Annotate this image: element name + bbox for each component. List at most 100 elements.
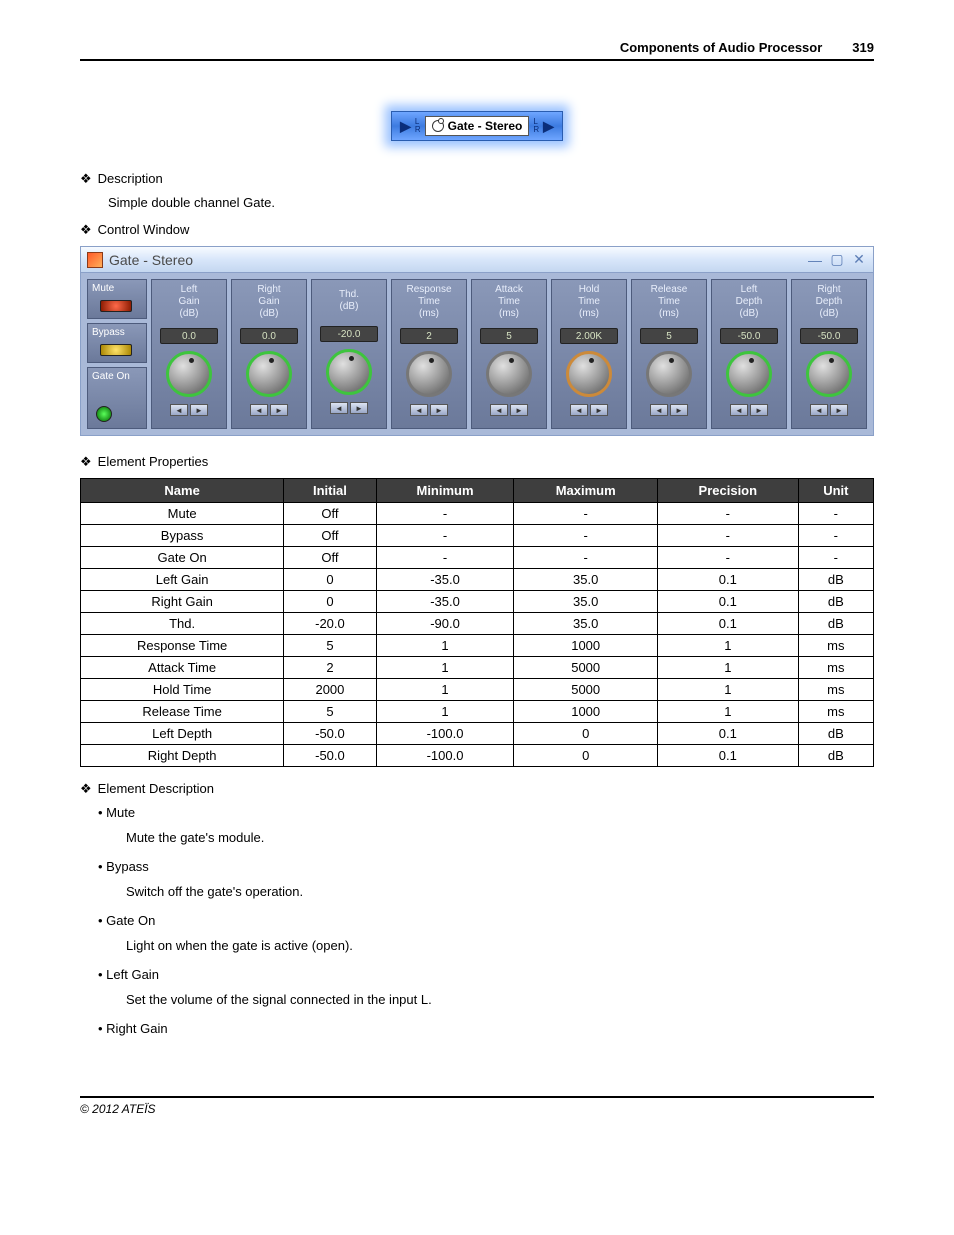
- table-row: Release Time5110001ms: [81, 701, 874, 723]
- table-cell: -50.0: [284, 745, 376, 767]
- knob-label: LeftGain(dB): [152, 280, 226, 326]
- table-header-row: NameInitialMinimumMaximumPrecisionUnit: [81, 479, 874, 503]
- knob-row: LeftGain(dB)0.0◄►RightGain(dB)0.0◄►Thd.(…: [151, 279, 867, 429]
- list-item: Right Gain: [100, 1021, 874, 1036]
- element-desc-name: Mute: [100, 805, 874, 820]
- table-cell: 35.0: [514, 569, 658, 591]
- table-cell: 1: [657, 635, 798, 657]
- step-up-button[interactable]: ►: [830, 404, 848, 416]
- page-header: Components of Audio Processor 319: [80, 40, 874, 61]
- step-up-button[interactable]: ►: [430, 404, 448, 416]
- heading-control-window: Control Window: [80, 222, 874, 238]
- port-arrow-left-icon: ▶: [400, 118, 411, 135]
- step-down-button[interactable]: ◄: [730, 404, 748, 416]
- side-button-mute[interactable]: Mute: [87, 279, 147, 319]
- knob-value[interactable]: -20.0: [320, 326, 378, 342]
- element-desc-name: Right Gain: [100, 1021, 874, 1036]
- table-cell: ms: [798, 635, 873, 657]
- table-header-cell: Maximum: [514, 479, 658, 503]
- knob-dial[interactable]: [246, 351, 292, 397]
- element-desc-name: Bypass: [100, 859, 874, 874]
- side-buttons: MuteBypassGate On: [87, 279, 147, 429]
- knob-dial[interactable]: [166, 351, 212, 397]
- table-cell: Hold Time: [81, 679, 284, 701]
- knob-label: HoldTime(ms): [552, 280, 626, 326]
- module-badge: ▶ L R Gate - Stereo L R ▶: [80, 111, 874, 141]
- step-up-button[interactable]: ►: [350, 402, 368, 414]
- knob-panel: Thd.(dB)-20.0◄►: [311, 279, 387, 429]
- knob-value[interactable]: 2.00K: [560, 328, 618, 344]
- knob-value[interactable]: -50.0: [800, 328, 858, 344]
- module-label: Gate - Stereo: [448, 119, 523, 133]
- table-row: Attack Time2150001ms: [81, 657, 874, 679]
- table-cell: -: [798, 547, 873, 569]
- table-cell: 0: [284, 569, 376, 591]
- table-row: Thd.-20.0-90.035.00.1dB: [81, 613, 874, 635]
- control-window-titlebar[interactable]: Gate - Stereo — ▢ ✕: [81, 247, 873, 273]
- table-cell: Gate On: [81, 547, 284, 569]
- maximize-icon[interactable]: ▢: [829, 251, 845, 268]
- step-up-button[interactable]: ►: [190, 404, 208, 416]
- side-button-bypass[interactable]: Bypass: [87, 323, 147, 363]
- table-cell: Left Gain: [81, 569, 284, 591]
- table-cell: -35.0: [376, 591, 514, 613]
- table-cell: dB: [798, 569, 873, 591]
- side-button-gate-on[interactable]: Gate On: [87, 367, 147, 429]
- step-up-button[interactable]: ►: [510, 404, 528, 416]
- step-up-button[interactable]: ►: [750, 404, 768, 416]
- step-down-button[interactable]: ◄: [570, 404, 588, 416]
- close-icon[interactable]: ✕: [851, 251, 867, 268]
- element-desc-name: Gate On: [100, 913, 874, 928]
- step-up-button[interactable]: ►: [590, 404, 608, 416]
- table-header-cell: Name: [81, 479, 284, 503]
- element-desc-body: Switch off the gate's operation.: [126, 884, 874, 899]
- table-cell: -: [514, 525, 658, 547]
- table-cell: 2000: [284, 679, 376, 701]
- knob-dial[interactable]: [646, 351, 692, 397]
- table-cell: Off: [284, 547, 376, 569]
- table-cell: 35.0: [514, 613, 658, 635]
- knob-value[interactable]: -50.0: [720, 328, 778, 344]
- indicator-lamp-icon: [100, 300, 132, 312]
- knob-label: ResponseTime(ms): [392, 280, 466, 326]
- table-cell: 1: [657, 657, 798, 679]
- table-cell: -: [376, 525, 514, 547]
- table-row: Right Depth-50.0-100.000.1dB: [81, 745, 874, 767]
- knob-panel: HoldTime(ms) 2.00K ◄►: [551, 279, 627, 429]
- step-up-button[interactable]: ►: [670, 404, 688, 416]
- step-down-button[interactable]: ◄: [170, 404, 188, 416]
- table-cell: -: [798, 503, 873, 525]
- knob-dial[interactable]: [806, 351, 852, 397]
- knob-value[interactable]: 0.0: [240, 328, 298, 344]
- knob-value[interactable]: 0.0: [160, 328, 218, 344]
- badge-center: Gate - Stereo: [425, 116, 530, 136]
- step-down-button[interactable]: ◄: [410, 404, 428, 416]
- table-cell: -90.0: [376, 613, 514, 635]
- list-item: MuteMute the gate's module.: [100, 805, 874, 845]
- knob-dial[interactable]: [566, 351, 612, 397]
- step-up-button[interactable]: ►: [270, 404, 288, 416]
- knob-value[interactable]: 2: [400, 328, 458, 344]
- table-cell: 0.1: [657, 745, 798, 767]
- table-cell: Left Depth: [81, 723, 284, 745]
- knob-dial[interactable]: [486, 351, 532, 397]
- heading-element-properties: Element Properties: [80, 454, 874, 470]
- indicator-lamp-icon: [100, 344, 132, 356]
- knob-dial[interactable]: [726, 351, 772, 397]
- knob-dial[interactable]: [326, 349, 372, 395]
- knob-dial[interactable]: [406, 351, 452, 397]
- table-cell: -20.0: [284, 613, 376, 635]
- knob-label: AttackTime(ms): [472, 280, 546, 326]
- step-down-button[interactable]: ◄: [810, 404, 828, 416]
- step-down-button[interactable]: ◄: [250, 404, 268, 416]
- table-cell: 1: [376, 679, 514, 701]
- step-down-button[interactable]: ◄: [650, 404, 668, 416]
- knob-value[interactable]: 5: [640, 328, 698, 344]
- knob-value[interactable]: 5: [480, 328, 538, 344]
- table-cell: dB: [798, 613, 873, 635]
- header-title: Components of Audio Processor: [620, 40, 822, 55]
- knob-panel: LeftGain(dB) 0.0 ◄►: [151, 279, 227, 429]
- step-down-button[interactable]: ◄: [330, 402, 348, 414]
- step-down-button[interactable]: ◄: [490, 404, 508, 416]
- minimize-icon[interactable]: —: [807, 252, 823, 268]
